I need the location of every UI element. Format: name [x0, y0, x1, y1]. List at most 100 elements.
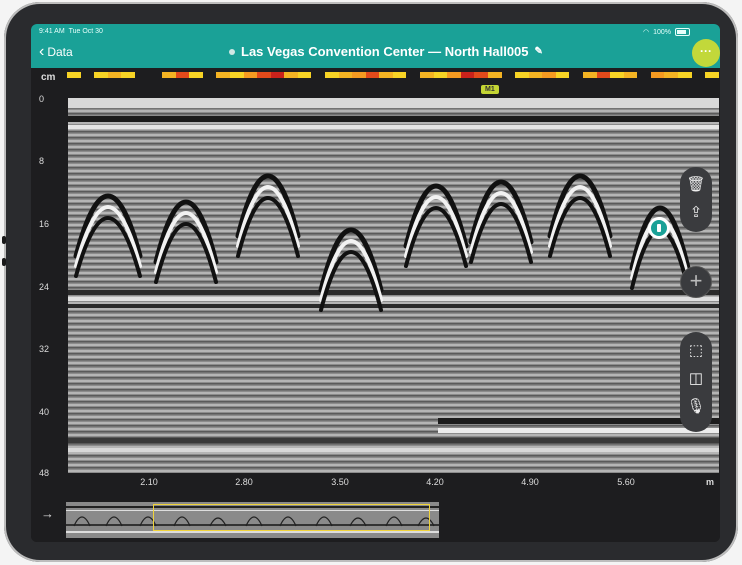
- navigation-bar: ‹ Data Las Vegas Convention Center — Nor…: [31, 38, 720, 68]
- depth-tick: 32: [39, 344, 50, 354]
- heat-segment: [365, 72, 380, 78]
- heat-segment: [311, 72, 325, 78]
- distance-tick: 4.90: [521, 477, 539, 487]
- heat-segment: [67, 72, 81, 78]
- back-label: Data: [47, 45, 73, 59]
- radar-scan-view[interactable]: [68, 98, 719, 473]
- split-view-icon[interactable]: ◫: [680, 364, 712, 392]
- distance-unit-label: m: [705, 477, 714, 487]
- heat-segment: [596, 72, 611, 78]
- radargram-image: [68, 98, 719, 473]
- wifi-icon: ◠: [642, 29, 650, 36]
- heat-segment: [406, 72, 421, 78]
- status-time: 9:41 AM Tue Oct 30: [39, 28, 103, 35]
- heat-segment: [501, 72, 516, 78]
- heat-segment: [487, 72, 502, 78]
- heat-segment: [528, 72, 543, 78]
- heat-segment: [610, 72, 624, 78]
- status-dot-icon: [229, 48, 235, 55]
- depth-tick: 40: [39, 407, 50, 417]
- heat-segment: [270, 72, 285, 78]
- heat-segment: [202, 72, 217, 78]
- select-area-icon[interactable]: ⬚: [680, 336, 712, 364]
- distance-tick: 5.60: [617, 477, 635, 487]
- heat-segment: [542, 72, 556, 78]
- heat-segment: [284, 72, 298, 78]
- heat-segment: [324, 72, 339, 78]
- heat-segment: [162, 72, 176, 78]
- page-title-text: Las Vegas Convention Center — North Hall…: [241, 44, 529, 59]
- heat-segment: [515, 72, 529, 78]
- pencil-icon[interactable]: ✎: [535, 46, 543, 57]
- signal-heat-bar: [67, 72, 719, 78]
- app-screen: 9:41 AM Tue Oct 30 ◠ 100% ‹ Data Las Veg…: [31, 24, 720, 542]
- side-button: [2, 258, 6, 266]
- heat-segment: [216, 72, 230, 78]
- depth-unit-label: cm: [41, 72, 56, 83]
- heat-segment: [297, 72, 312, 78]
- heat-segment: [447, 72, 461, 78]
- heat-segment: [257, 72, 271, 78]
- heat-segment: [705, 72, 719, 78]
- heat-segment: [80, 72, 95, 78]
- heat-segment: [582, 72, 597, 78]
- depth-axis: 0 8 16 24 32 40 48: [31, 94, 61, 478]
- overview-strip[interactable]: [66, 502, 439, 538]
- heat-segment: [392, 72, 407, 78]
- distance-tick: 4.20: [426, 477, 444, 487]
- heat-segment: [121, 72, 135, 78]
- trash-icon[interactable]: 🗑: [680, 170, 712, 198]
- top-toolbar: 🗑 ⇪: [680, 167, 712, 232]
- heat-segment: [352, 72, 366, 78]
- heat-segment: [379, 72, 393, 78]
- heat-segment: [134, 72, 149, 78]
- viewport-selection-frame[interactable]: [153, 504, 430, 531]
- back-button[interactable]: ‹ Data: [39, 43, 73, 60]
- bottom-toolbar: ⬚ ◫ 🎙: [680, 332, 712, 432]
- heat-segment: [338, 72, 353, 78]
- microphone-icon[interactable]: 🎙: [680, 392, 712, 420]
- heat-segment: [229, 72, 244, 78]
- battery-icon: [675, 28, 690, 36]
- heat-segment: [474, 72, 488, 78]
- heat-segment: [460, 72, 475, 78]
- more-options-button[interactable]: ···: [692, 39, 720, 67]
- ipad-frame: 9:41 AM Tue Oct 30 ◠ 100% ‹ Data Las Veg…: [2, 2, 738, 562]
- arrow-right-icon[interactable]: →: [41, 506, 54, 521]
- distance-axis: 2.10 2.80 3.50 4.20 4.90 5.60 m: [68, 477, 719, 491]
- heat-segment: [175, 72, 190, 78]
- overview-panel: →: [31, 496, 720, 542]
- distance-tick: 2.10: [140, 477, 158, 487]
- heat-segment: [664, 72, 679, 78]
- depth-tick: 0: [39, 94, 45, 104]
- side-button: [2, 236, 6, 244]
- depth-tick: 48: [39, 468, 50, 478]
- heat-segment: [243, 72, 258, 78]
- depth-tick: 8: [39, 156, 45, 166]
- page-title[interactable]: Las Vegas Convention Center — North Hall…: [229, 44, 543, 59]
- heat-segment: [637, 72, 651, 78]
- depth-tick: 16: [39, 219, 50, 229]
- heat-segment: [420, 72, 434, 78]
- heat-segment: [691, 72, 706, 78]
- heat-segment: [107, 72, 122, 78]
- add-marker-button[interactable]: +: [680, 266, 712, 298]
- battery-percent: 100%: [653, 28, 671, 36]
- share-icon[interactable]: ⇪: [680, 198, 712, 226]
- marker-m1-label[interactable]: M1: [481, 85, 499, 94]
- heat-segment: [189, 72, 203, 78]
- heat-segment: [650, 72, 665, 78]
- depth-tick: 24: [39, 282, 50, 292]
- heat-segment: [678, 72, 692, 78]
- heat-segment: [623, 72, 638, 78]
- status-right: ◠ 100%: [643, 28, 690, 36]
- distance-tick: 2.80: [235, 477, 253, 487]
- distance-tick: 3.50: [331, 477, 349, 487]
- heat-segment: [94, 72, 108, 78]
- chevron-left-icon: ‹: [39, 43, 45, 60]
- location-marker-icon[interactable]: [648, 217, 670, 239]
- heat-segment: [148, 72, 163, 78]
- heat-segment: [433, 72, 448, 78]
- heat-segment: [569, 72, 583, 78]
- heat-segment: [555, 72, 570, 78]
